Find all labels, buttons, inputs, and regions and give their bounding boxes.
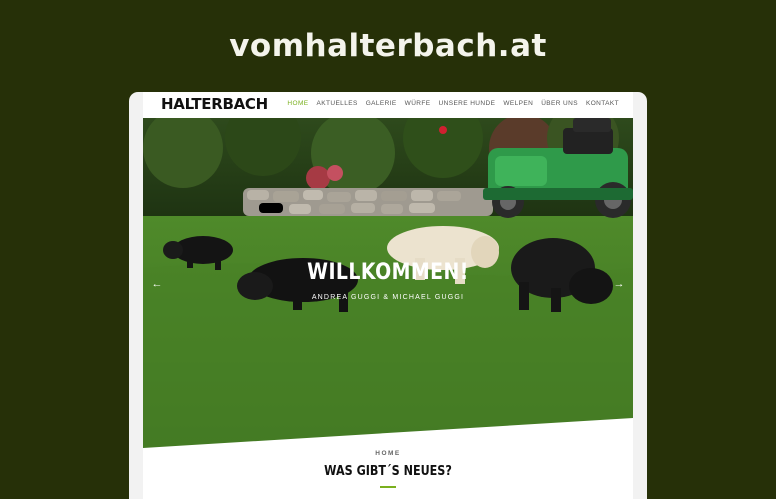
nav-galerie[interactable]: GALERIE — [366, 100, 397, 107]
nav-aktuelles[interactable]: AKTUELLES — [317, 100, 358, 107]
nav-kontakt[interactable]: KONTAKT — [586, 100, 619, 107]
hero-slider: WILLKOMMEN! ANDREA GUGGI & MICHAEL GUGGI… — [143, 118, 633, 448]
site-logo[interactable]: HALTERBACH — [161, 95, 268, 113]
hero-subtitle: ANDREA GUGGI & MICHAEL GUGGI — [311, 294, 465, 301]
section-heading: WAS GIBT´S NEUES? — [324, 464, 452, 479]
chevron-left-icon[interactable]: ← — [149, 276, 165, 292]
section-kicker: HOME — [375, 450, 401, 457]
navbar: HALTERBACH HOME AKTUELLES GALERIE WÜRFE … — [143, 92, 633, 118]
nav-home[interactable]: HOME — [287, 100, 308, 107]
nav-welpen[interactable]: WELPEN — [503, 100, 533, 107]
browser-frame: HALTERBACH HOME AKTUELLES GALERIE WÜRFE … — [129, 92, 647, 499]
site-domain-title: vomhalterbach.at — [229, 28, 547, 64]
chevron-right-icon[interactable]: → — [611, 276, 627, 292]
nav-wuerfe[interactable]: WÜRFE — [405, 100, 431, 107]
hero-title: WILLKOMMEN! — [307, 260, 469, 285]
main-navigation: HOME AKTUELLES GALERIE WÜRFE UNSERE HUND… — [287, 100, 619, 107]
website-page: HALTERBACH HOME AKTUELLES GALERIE WÜRFE … — [143, 92, 633, 499]
nav-ueber-uns[interactable]: ÜBER UNS — [541, 100, 578, 107]
section-divider — [380, 486, 396, 488]
nav-unsere-hunde[interactable]: UNSERE HUNDE — [439, 100, 496, 107]
